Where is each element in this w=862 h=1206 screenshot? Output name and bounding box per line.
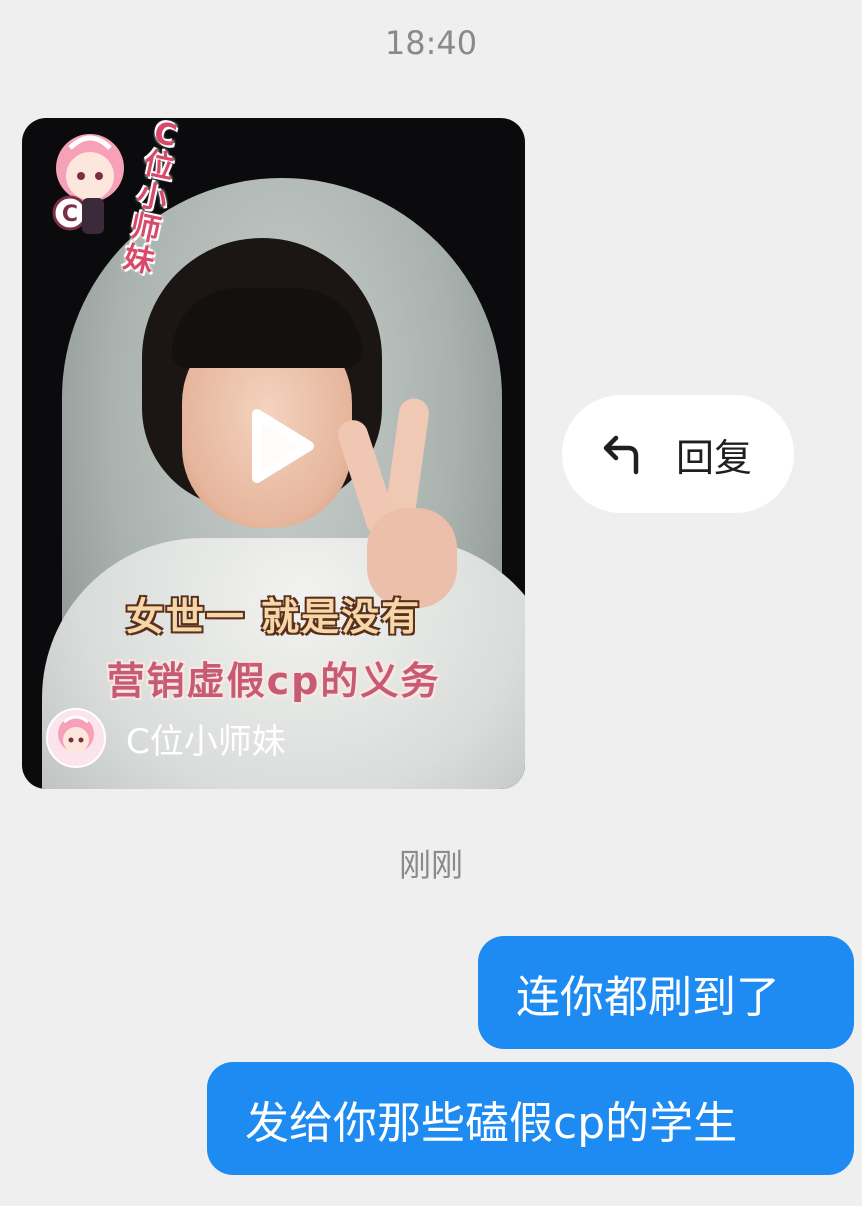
video-caption-line-2: 营销虚假cp的义务 bbox=[106, 659, 441, 703]
svg-text:C: C bbox=[62, 202, 78, 227]
shared-video-card[interactable]: C C位小师妹 女世一 就是没有 营销虚假cp的义务 C位小师妹 bbox=[22, 118, 525, 789]
video-thumbnail-hair bbox=[172, 288, 362, 368]
reply-arrow-icon bbox=[603, 435, 639, 475]
video-thumbnail-peace-hand bbox=[334, 378, 457, 618]
reply-label: 回复 bbox=[676, 435, 753, 480]
message-bubble-outgoing[interactable]: 连你都刷到了 bbox=[478, 936, 854, 1049]
message-text: 发给你那些磕假cp的学生 bbox=[245, 1097, 738, 1149]
author-name: C位小师妹 bbox=[126, 721, 286, 762]
anime-avatar-icon bbox=[58, 715, 94, 753]
author-avatar bbox=[46, 708, 106, 768]
play-icon[interactable] bbox=[237, 406, 317, 486]
message-bubble-outgoing[interactable]: 发给你那些磕假cp的学生 bbox=[207, 1062, 854, 1175]
timestamp-top: 18:40 bbox=[384, 24, 478, 62]
message-text: 连你都刷到了 bbox=[516, 971, 780, 1023]
video-caption-line-1: 女世一 就是没有 bbox=[125, 595, 422, 639]
timestamp-recent: 刚刚 bbox=[398, 846, 463, 884]
video-author[interactable]: C位小师妹 bbox=[46, 708, 286, 768]
channel-sticker: C C位小师妹 bbox=[40, 118, 180, 280]
reply-button[interactable]: 回复 bbox=[562, 395, 794, 513]
